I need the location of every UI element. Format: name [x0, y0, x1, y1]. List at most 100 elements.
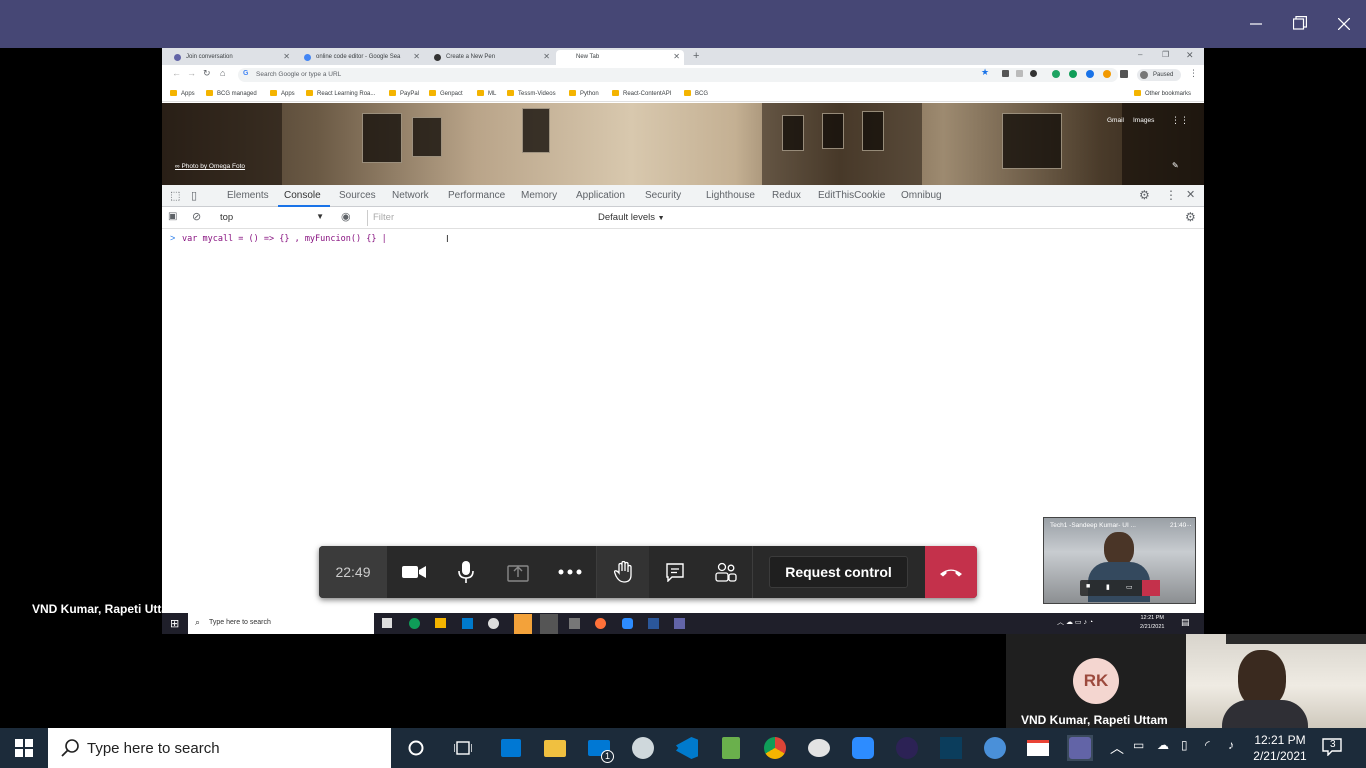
notepad-app[interactable] [718, 735, 744, 761]
devtools-tab-redux[interactable]: Redux [772, 190, 801, 201]
request-control-button[interactable]: Request control [769, 556, 908, 588]
hang-up-button[interactable] [925, 546, 977, 598]
devtools-tab-network[interactable]: Network [392, 190, 429, 201]
battery-icon[interactable]: ▯ [1181, 738, 1188, 752]
gmail-app[interactable] [1025, 735, 1051, 761]
tab-new-tab[interactable]: New Tab ✕ [556, 50, 684, 65]
remote-tray-icons[interactable]: ︿ ☁ ▭ ♪ ◔ [1057, 617, 1093, 627]
bookmark-item[interactable]: Python [569, 90, 599, 97]
onedrive-icon[interactable]: ☁ [1157, 738, 1169, 752]
devtools-menu-icon[interactable]: ⋮ [1165, 188, 1177, 202]
sidebar-toggle-icon[interactable]: ▣ [168, 211, 177, 222]
tab-close-icon[interactable]: ✕ [283, 52, 290, 61]
action-center-button[interactable]: 3 [1322, 738, 1346, 758]
apps-grid-icon[interactable]: ⋮⋮ [1171, 115, 1189, 126]
microphone-button[interactable] [440, 546, 492, 598]
mail-app[interactable]: 1 [586, 735, 614, 763]
extension-icons[interactable] [1002, 70, 1132, 78]
clock[interactable]: 12:21 PM 2/21/2021 [1248, 732, 1312, 764]
settings-gear-icon[interactable]: ⚙ [1139, 188, 1150, 202]
tab-google-search[interactable]: online code editor - Google Sea ✕ [296, 50, 424, 65]
remote-notification-icon[interactable]: ▤ [1181, 617, 1190, 628]
tab-codepen[interactable]: Create a New Pen ✕ [426, 50, 554, 65]
mic-icon[interactable]: ▮ [1106, 583, 1110, 591]
cortana-button[interactable] [403, 735, 429, 761]
browser-close-icon[interactable]: ✕ [1186, 50, 1194, 61]
remote-taskbar-apps[interactable] [382, 614, 692, 634]
eclipse-app[interactable] [894, 735, 920, 761]
bookmark-item[interactable]: React Learning Roa... [306, 90, 375, 97]
browser-minimize-icon[interactable]: – [1138, 50, 1142, 59]
show-hidden-icons[interactable]: ︿ [1110, 738, 1124, 758]
browser-restore-icon[interactable]: ❐ [1162, 50, 1169, 59]
images-link[interactable]: Images [1133, 117, 1154, 124]
paint-app[interactable] [630, 735, 656, 761]
tab-close-icon[interactable]: ✕ [543, 52, 550, 61]
teams-app[interactable] [1067, 735, 1093, 761]
participants-button[interactable] [700, 546, 752, 598]
customize-pencil-icon[interactable]: ✎ [1172, 161, 1179, 170]
devtools-tab-application[interactable]: Application [576, 190, 625, 201]
participant-tile[interactable]: RK VND Kumar, Rapeti Uttam [1006, 634, 1186, 728]
camera-tray-icon[interactable]: ▭ [1133, 738, 1144, 752]
store-app[interactable] [498, 735, 524, 761]
other-bookmarks[interactable]: Other bookmarks [1134, 90, 1191, 97]
menu-dots-icon[interactable]: ⋮ [1189, 68, 1198, 79]
reload-icon[interactable]: ↻ [203, 68, 211, 79]
chat-button[interactable] [649, 546, 701, 598]
console-settings-gear-icon[interactable]: ⚙ [1185, 210, 1196, 224]
devtools-tab-elements[interactable]: Elements [227, 190, 269, 201]
thumbnail-more-icon[interactable]: … [1184, 519, 1192, 528]
bookmark-item[interactable]: React-ContentAPI [612, 90, 671, 97]
chrome-app[interactable] [762, 735, 788, 761]
forward-icon[interactable]: → [187, 68, 196, 78]
more-actions-button[interactable] [544, 546, 596, 598]
clear-console-icon[interactable]: ⊘ [192, 210, 201, 223]
taskbar-search-box[interactable]: Type here to search [48, 728, 391, 768]
camera-button[interactable] [388, 546, 440, 598]
remote-start-icon[interactable]: ⊞ [170, 617, 179, 630]
bookmark-item[interactable]: BCG managed [206, 90, 257, 97]
raise-hand-button[interactable] [597, 546, 649, 598]
live-expression-eye-icon[interactable]: ◉ [341, 210, 351, 223]
task-view-button[interactable] [450, 735, 476, 761]
terminal-app[interactable] [938, 735, 964, 761]
bookmark-item[interactable]: Apps [270, 90, 295, 97]
context-select[interactable]: top ▼ [214, 210, 328, 226]
back-icon[interactable]: ← [172, 68, 181, 78]
profile-button[interactable]: Paused [1137, 69, 1181, 81]
devtools-tab-console[interactable]: Console [284, 190, 321, 201]
device-toolbar-icon[interactable]: ▯ [191, 189, 197, 202]
devtools-tab-security[interactable]: Security [645, 190, 681, 201]
bookmark-item[interactable]: Apps [170, 90, 195, 97]
remote-search-box[interactable]: ⌕ Type here to search [188, 613, 374, 634]
thumbnail-hangup-icon[interactable] [1142, 580, 1160, 596]
bookmark-item[interactable]: PayPal [389, 90, 419, 97]
bookmark-item[interactable]: ML [477, 90, 496, 97]
remote-clock[interactable]: 12:21 PM 2/21/2021 [1140, 614, 1164, 632]
start-button[interactable] [11, 735, 37, 761]
share-screen-button[interactable] [492, 546, 544, 598]
video-thumbnail[interactable]: Tech1 -Sandeep Kumar- UI ... 21:40 … ■ ▮… [1043, 517, 1196, 604]
devtools-close-icon[interactable]: ✕ [1186, 188, 1195, 201]
wifi-icon[interactable]: ◜ [1205, 738, 1210, 752]
devtools-tab-omnibug[interactable]: Omnibug [901, 190, 942, 201]
maximize-button[interactable] [1288, 12, 1312, 36]
zoom-app[interactable] [850, 735, 876, 761]
devtools-tab-memory[interactable]: Memory [521, 190, 557, 201]
devtools-tab-editthiscookie[interactable]: EditThisCookie [818, 190, 885, 201]
postman-app[interactable] [982, 735, 1008, 761]
bookmark-item[interactable]: BCG [684, 90, 708, 97]
minimize-button[interactable] [1244, 12, 1268, 36]
bookmark-star-icon[interactable]: ★ [981, 67, 989, 78]
tab-join-conversation[interactable]: Join conversation ✕ [166, 50, 294, 65]
new-tab-button[interactable]: + [693, 50, 699, 62]
gmail-link[interactable]: Gmail [1107, 117, 1124, 124]
tab-close-icon[interactable]: ✕ [413, 52, 420, 61]
bookmark-item[interactable]: Tessm-Videos [507, 90, 556, 97]
log-levels-select[interactable]: Default levels ▼ [598, 212, 665, 223]
bookmark-item[interactable]: Genpact [429, 90, 463, 97]
thumbnail-controls[interactable]: ■ ▮ ▭ [1080, 580, 1160, 596]
photo-credit-link[interactable]: ∞ Photo by Omega Foto [175, 163, 245, 170]
close-window-button[interactable] [1332, 12, 1356, 36]
